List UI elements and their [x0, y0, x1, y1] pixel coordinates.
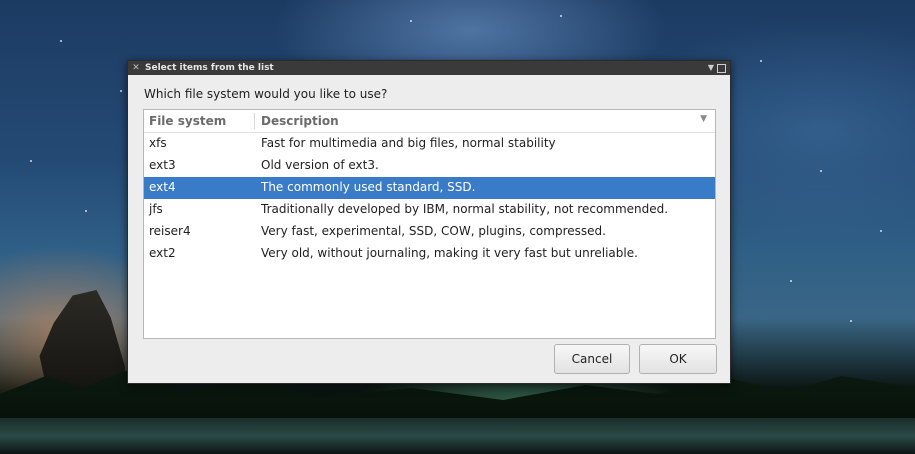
- row-description: Fast for multimedia and big files, norma…: [261, 136, 556, 150]
- list-rows: xfs Fast for multimedia and big files, n…: [144, 133, 715, 265]
- column-header-description[interactable]: Description: [261, 114, 339, 128]
- close-icon[interactable]: ✕: [131, 61, 141, 75]
- file-system-list[interactable]: File system Description ▼ xfs Fast for m…: [143, 109, 716, 339]
- column-header-file-system[interactable]: File system: [149, 114, 226, 128]
- list-header: File system Description ▼: [144, 110, 715, 133]
- cancel-button[interactable]: Cancel: [554, 344, 630, 374]
- row-description: The commonly used standard, SSD.: [261, 180, 476, 194]
- row-description: Old version of ext3.: [261, 158, 379, 172]
- prompt-text: Which file system would you like to use?: [144, 87, 388, 101]
- list-row-ext2[interactable]: ext2 Very old, without journaling, makin…: [144, 243, 715, 265]
- list-row-xfs[interactable]: xfs Fast for multimedia and big files, n…: [144, 133, 715, 155]
- row-description: Traditionally developed by IBM, normal s…: [261, 202, 669, 216]
- list-row-ext4[interactable]: ext4 The commonly used standard, SSD.: [144, 177, 715, 199]
- window-title: Select items from the list: [145, 63, 274, 73]
- list-row-reiser4[interactable]: reiser4 Very fast, experimental, SSD, CO…: [144, 221, 715, 243]
- row-file-system: ext4: [149, 180, 176, 194]
- dropdown-arrow-icon[interactable]: ▼: [708, 61, 714, 75]
- lake-reflection: [0, 418, 915, 454]
- row-file-system: reiser4: [149, 224, 191, 238]
- list-row-ext3[interactable]: ext3 Old version of ext3.: [144, 155, 715, 177]
- ok-button[interactable]: OK: [639, 344, 717, 374]
- list-row-jfs[interactable]: jfs Traditionally developed by IBM, norm…: [144, 199, 715, 221]
- row-description: Very old, without journaling, making it …: [261, 246, 638, 260]
- row-file-system: ext2: [149, 246, 176, 260]
- select-items-dialog: ✕ Select items from the list ▼ Which fil…: [127, 60, 731, 384]
- maximize-icon[interactable]: [717, 64, 726, 73]
- row-file-system: xfs: [149, 136, 167, 150]
- column-separator: [254, 113, 255, 129]
- row-description: Very fast, experimental, SSD, COW, plugi…: [261, 224, 606, 238]
- row-file-system: jfs: [149, 202, 163, 216]
- title-bar[interactable]: ✕ Select items from the list ▼: [128, 61, 730, 75]
- sort-arrow-icon[interactable]: ▼: [700, 114, 707, 124]
- row-file-system: ext3: [149, 158, 176, 172]
